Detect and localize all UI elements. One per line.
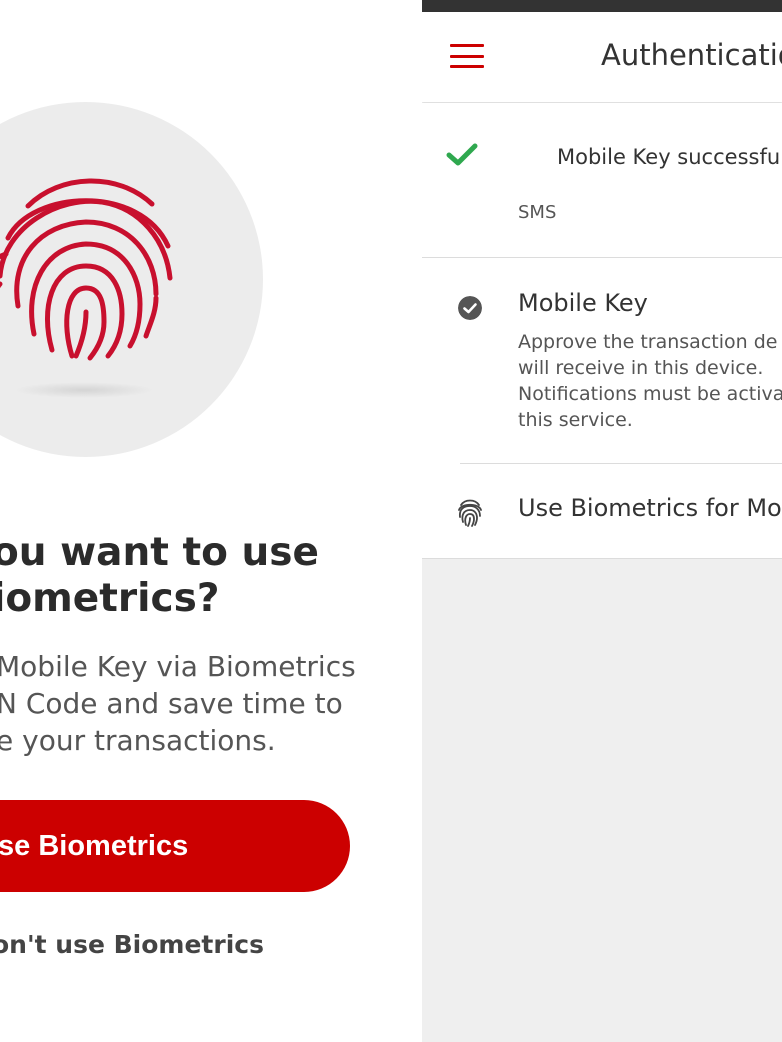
mobile-key-description: Approve the transaction de will receive … (518, 329, 782, 433)
description-line: Approve the transaction de (518, 331, 778, 353)
sms-label: SMS (518, 202, 557, 223)
check-icon (446, 143, 478, 166)
hamburger-icon[interactable] (450, 44, 484, 68)
success-toast: Mobile Key successfully (422, 103, 782, 203)
list-item-sms[interactable]: SMS (422, 201, 782, 258)
fingerprint-icon (458, 499, 482, 527)
fingerprint-shadow (14, 382, 154, 398)
biometrics-prompt-screen: ou want to use iometrics? Mobile Key via… (0, 0, 422, 1042)
authentication-screen: Authenticatio Mobile Key successfully SM… (422, 0, 782, 1042)
use-biometrics-button[interactable]: se Biometrics (0, 800, 350, 892)
title-line: ou want to use (0, 530, 319, 575)
description-line: Mobile Key via Biometrics (0, 650, 356, 683)
page-title: Authenticatio (601, 38, 782, 72)
description-line: will receive in this device. (518, 357, 764, 379)
authentication-methods-list: SMS Mobile Key Approve the transaction d… (422, 201, 782, 559)
check-circle-icon (458, 296, 482, 320)
mobile-key-title[interactable]: Mobile Key (518, 289, 648, 317)
fingerprint-icon (0, 178, 173, 361)
description-line: Notifications must be activa (518, 383, 782, 405)
status-bar (422, 0, 782, 12)
title-line: iometrics? (0, 576, 220, 621)
description-line: this service. (518, 409, 633, 431)
use-biometrics-option[interactable]: Use Biometrics for Mob (518, 494, 782, 522)
app-header: Authenticatio (422, 12, 782, 102)
description-line: e your transactions. (0, 724, 276, 757)
biometrics-description: Mobile Key via Biometrics N Code and sav… (0, 648, 416, 759)
description-line: N Code and save time to (0, 687, 343, 720)
divider (460, 463, 782, 464)
biometrics-question-title: ou want to use iometrics? (0, 530, 412, 622)
dont-use-biometrics-link[interactable]: on't use Biometrics (0, 930, 264, 959)
toast-message: Mobile Key successfully (557, 145, 782, 169)
